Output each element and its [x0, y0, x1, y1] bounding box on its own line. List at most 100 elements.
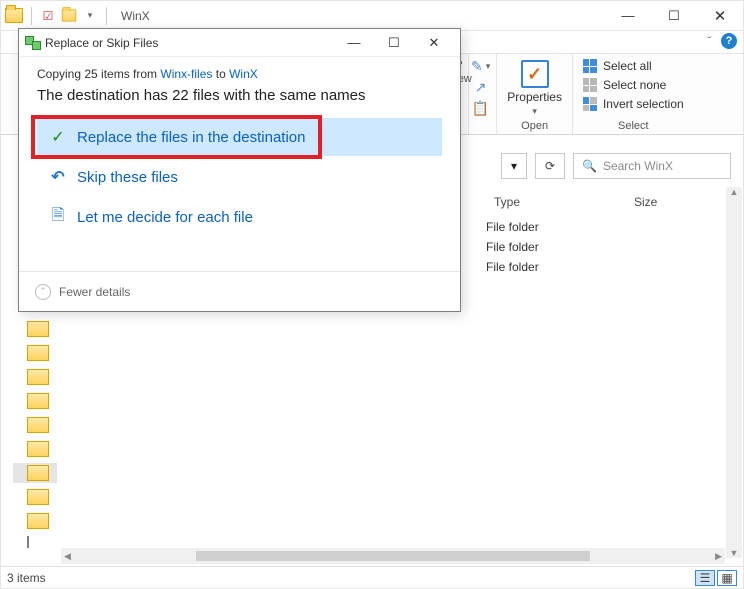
scroll-thumb[interactable]: [196, 551, 591, 561]
search-input[interactable]: 🔍 Search WinX: [573, 153, 731, 179]
properties-button[interactable]: ✓ Properties ▾: [507, 60, 562, 117]
quick-access-toolbar: ☑ ▾: [1, 7, 115, 25]
folder-icon[interactable]: [27, 393, 49, 409]
chevron-up-icon[interactable]: ⌃: [35, 284, 51, 300]
scroll-down-icon[interactable]: ▼: [730, 548, 739, 558]
file-list: File folder File folder File folder: [486, 217, 733, 277]
qat-properties-icon[interactable]: ☑: [40, 8, 56, 24]
folder-icon[interactable]: [27, 441, 49, 457]
dialog-footer: ⌃ Fewer details: [19, 271, 460, 311]
col-type[interactable]: Type: [486, 191, 626, 215]
col-size[interactable]: Size: [626, 191, 665, 215]
decide-option[interactable]: 🗎 Let me decide for each file: [37, 198, 442, 236]
address-history-dropdown[interactable]: ▾: [501, 153, 527, 179]
help-icon[interactable]: ?: [721, 33, 737, 49]
thumbnails-view-button[interactable]: ▦: [717, 570, 737, 586]
minimize-button[interactable]: —: [605, 1, 651, 31]
folder-icon[interactable]: [27, 369, 49, 385]
separator: [31, 7, 32, 25]
misc-icons: ✎▾ ↗ 📋: [471, 58, 490, 117]
refresh-button[interactable]: ⟳: [535, 153, 565, 179]
conflict-message: The destination has 22 files with the sa…: [37, 87, 442, 104]
group-label-open: Open: [521, 120, 548, 132]
item-count: 3 items: [7, 571, 46, 585]
source-link[interactable]: Winx-files: [160, 67, 212, 81]
list-item[interactable]: File folder: [486, 237, 733, 257]
invert-selection-label: Invert selection: [603, 97, 684, 111]
window-controls: — ☐ ✕: [605, 1, 743, 31]
collapse-ribbon-icon[interactable]: ˇ: [708, 36, 711, 47]
nav-tree: [27, 313, 57, 548]
open-icon[interactable]: ↗: [475, 79, 487, 96]
folder-icon[interactable]: [27, 465, 49, 481]
select-none-label: Select none: [603, 78, 666, 92]
dest-link[interactable]: WinX: [229, 67, 258, 81]
dialog-titlebar: Replace or Skip Files — ☐ ✕: [19, 29, 460, 57]
group-label-select: Select: [618, 120, 649, 132]
select-all-label: Select all: [603, 59, 652, 73]
properties-check-icon: ✓: [521, 60, 549, 88]
folder-icon[interactable]: [27, 345, 49, 361]
scroll-left-icon[interactable]: ◀: [64, 551, 71, 562]
details-view-button[interactable]: ☰: [695, 570, 715, 586]
skip-label: Skip these files: [77, 169, 178, 186]
window-title: WinX: [121, 9, 150, 23]
select-none-icon: [583, 78, 597, 92]
dialog-close-button[interactable]: ✕: [414, 29, 454, 57]
skip-icon: ↶: [49, 168, 67, 186]
dialog-body: Copying 25 items from Winx-files to WinX…: [19, 57, 460, 236]
vertical-scrollbar[interactable]: ▲▼: [726, 187, 742, 558]
select-all-button[interactable]: Select all: [583, 58, 684, 74]
separator: [106, 7, 107, 25]
copying-pre: Copying 25 items from: [37, 67, 160, 81]
list-item[interactable]: File folder: [486, 257, 733, 277]
dialog-title: Replace or Skip Files: [45, 36, 158, 50]
view-mode-buttons: ☰ ▦: [695, 570, 737, 586]
dialog-window-controls: — ☐ ✕: [334, 29, 454, 57]
properties-label: Properties: [507, 90, 562, 104]
folder-icon[interactable]: [27, 489, 49, 505]
replace-option[interactable]: ✓ Replace the files in the destination: [37, 118, 442, 156]
drive-icon[interactable]: [27, 536, 29, 548]
folder-icon: [5, 8, 23, 23]
ribbon-group-open: ✓ Properties ▾ Open: [497, 54, 573, 134]
chevron-down-icon: ▾: [511, 159, 517, 173]
edit-icon[interactable]: ✎: [471, 58, 483, 75]
ribbon-group-select: Select all Select none Invert selection …: [573, 54, 694, 134]
refresh-icon: ⟳: [545, 159, 555, 173]
dialog-minimize-button[interactable]: —: [334, 29, 374, 57]
decide-label: Let me decide for each file: [77, 209, 253, 226]
invert-selection-button[interactable]: Invert selection: [583, 96, 684, 112]
history-icon[interactable]: 📋: [472, 100, 489, 117]
select-none-button[interactable]: Select none: [583, 77, 684, 93]
window-titlebar: ☑ ▾ WinX — ☐ ✕: [1, 1, 743, 31]
search-icon: 🔍: [582, 159, 597, 173]
copy-icon: [25, 36, 41, 50]
invert-selection-icon: [583, 97, 597, 111]
horizontal-scrollbar[interactable]: ◀▶: [61, 548, 725, 564]
skip-option[interactable]: ↶ Skip these files: [37, 158, 442, 196]
replace-or-skip-dialog: Replace or Skip Files — ☐ ✕ Copying 25 i…: [18, 28, 461, 312]
select-buttons: Select all Select none Invert selection: [583, 58, 684, 112]
copying-mid: to: [212, 67, 229, 81]
search-placeholder: Search WinX: [603, 159, 673, 173]
list-item[interactable]: File folder: [486, 217, 733, 237]
select-all-icon: [583, 59, 597, 73]
properties-dropdown-icon[interactable]: ▾: [532, 106, 537, 117]
qat-customize-dropdown[interactable]: ▾: [82, 8, 98, 24]
ribbon-help-row: ˇ ?: [708, 33, 737, 49]
scroll-up-icon[interactable]: ▲: [730, 187, 739, 197]
replace-label: Replace the files in the destination: [77, 129, 305, 146]
compare-icon: 🗎: [49, 208, 67, 226]
folder-icon[interactable]: [27, 417, 49, 433]
fewer-details-link[interactable]: Fewer details: [59, 285, 130, 299]
maximize-button[interactable]: ☐: [651, 1, 697, 31]
folder-icon[interactable]: [27, 321, 49, 337]
scroll-right-icon[interactable]: ▶: [715, 551, 722, 562]
qat-newfolder-icon[interactable]: [62, 10, 76, 22]
copying-text: Copying 25 items from Winx-files to WinX: [37, 67, 442, 81]
close-button[interactable]: ✕: [697, 1, 743, 31]
folder-icon[interactable]: [27, 513, 49, 529]
status-bar: 3 items ☰ ▦: [1, 566, 743, 588]
dialog-maximize-button[interactable]: ☐: [374, 29, 414, 57]
